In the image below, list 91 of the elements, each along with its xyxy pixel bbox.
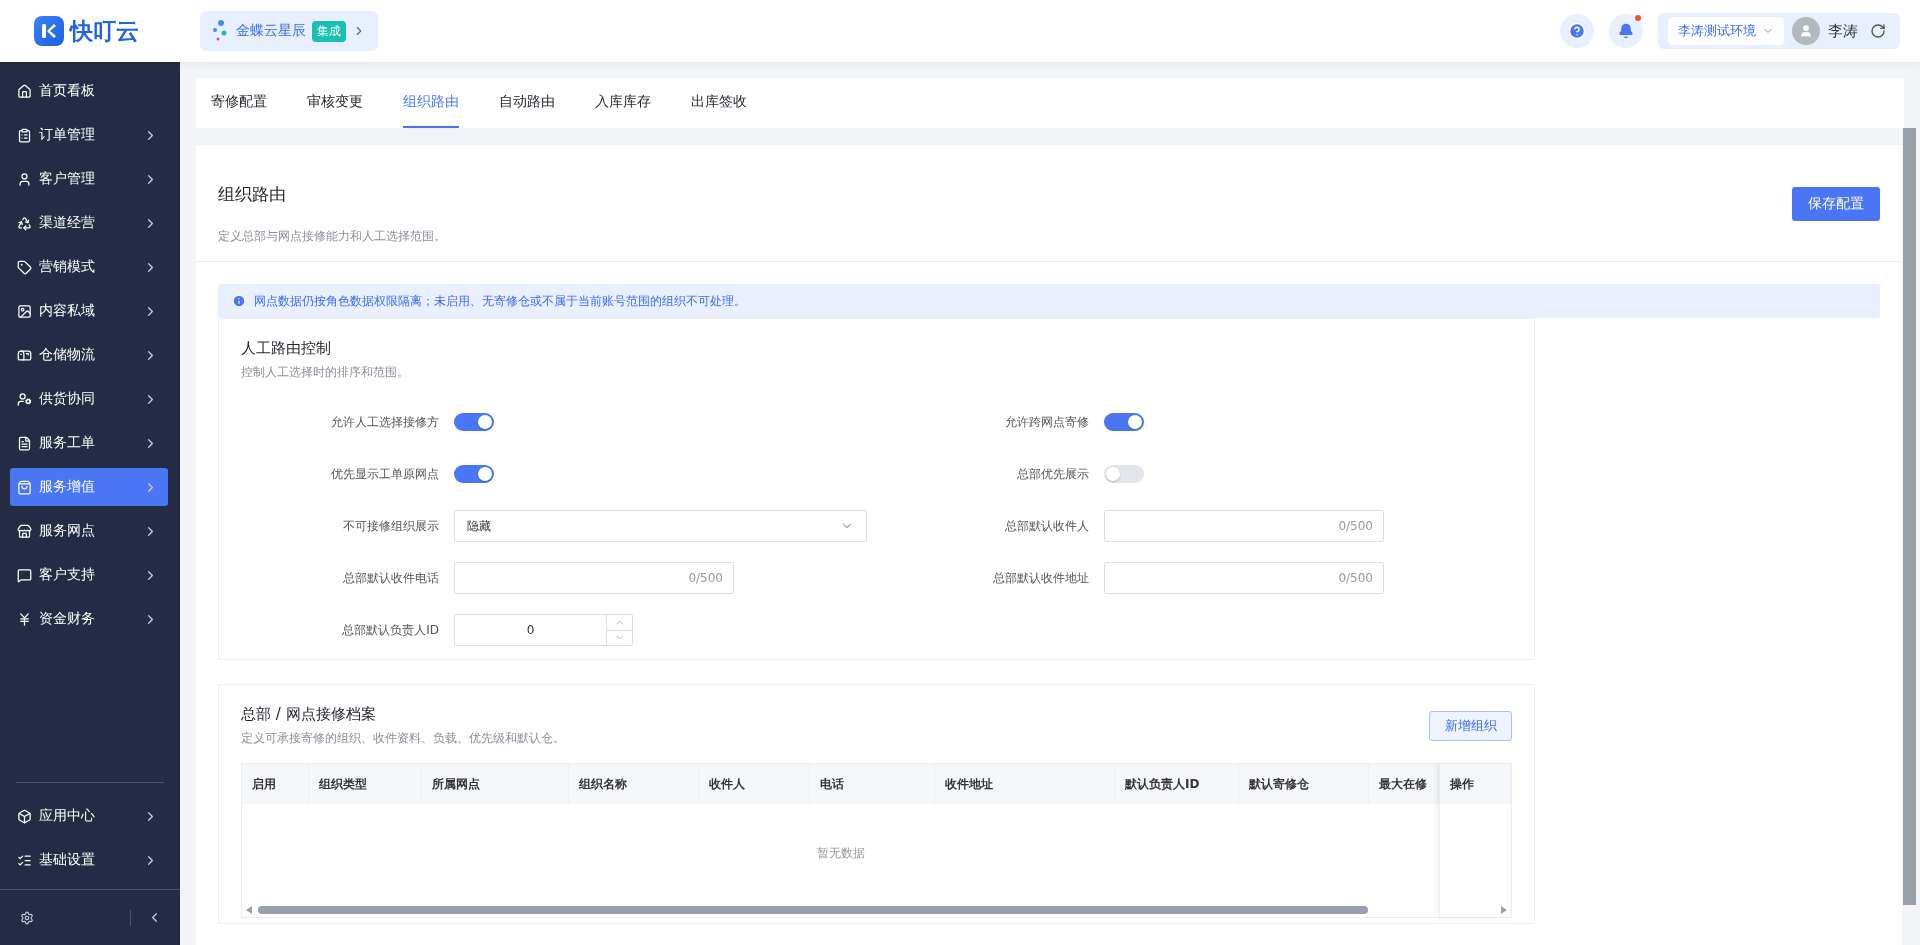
column-header: 组织类型 xyxy=(309,764,422,804)
scrollbar-thumb[interactable] xyxy=(258,906,1368,914)
sidebar-item[interactable]: 应用中心 xyxy=(10,797,168,835)
bell-icon xyxy=(1618,23,1634,39)
user-icon xyxy=(17,171,32,187)
sidebar-item[interactable]: 客户管理 xyxy=(10,160,168,198)
mailbox-icon xyxy=(17,347,32,363)
section-title: 人工路由控制 xyxy=(241,339,332,358)
refresh-icon[interactable] xyxy=(1870,23,1886,39)
field-label: 允许人工选择接修方 xyxy=(330,413,440,431)
home-icon xyxy=(17,83,32,99)
scrollbar-thumb[interactable] xyxy=(1903,128,1916,905)
column-header: 电话 xyxy=(810,764,935,804)
character-counter: 0/500 xyxy=(688,571,723,585)
field-label: 总部默认收件地址 xyxy=(992,569,1090,587)
sidebar-item[interactable]: 营销模式 xyxy=(10,248,168,286)
field-label: 总部默认收件人 xyxy=(1004,517,1090,535)
user-name: 李涛 xyxy=(1828,21,1858,41)
clipboard-icon xyxy=(17,127,32,143)
field-label: 总部默认收件电话 xyxy=(342,569,440,587)
sidebar-item[interactable]: 服务工单 xyxy=(10,424,168,462)
cube-icon xyxy=(17,808,32,824)
image-icon xyxy=(17,303,32,319)
toggle-switch[interactable] xyxy=(454,465,494,483)
toggle-switch[interactable] xyxy=(1104,465,1144,483)
help-icon xyxy=(1568,22,1586,40)
column-header: 组织名称 xyxy=(569,764,699,804)
field-label: 允许跨网点寄修 xyxy=(1004,413,1090,431)
tab[interactable]: 入库库存 xyxy=(595,78,651,128)
alert-text: 网点数据仍按角色数据权限隔离；未启用、无寄修仓或不属于当前账号范围的组织不可处理。 xyxy=(254,292,746,310)
column-header: 所属网点 xyxy=(422,764,569,804)
yen-icon xyxy=(17,611,32,627)
logo-text: 快叮云 xyxy=(70,16,139,46)
sidebar-item[interactable]: 基础设置 xyxy=(10,841,168,879)
sidebar-item[interactable]: 渠道经营 xyxy=(10,204,168,242)
recycle-icon xyxy=(17,215,32,231)
sidebar-item[interactable]: 订单管理 xyxy=(10,116,168,154)
character-counter: 0/500 xyxy=(1338,519,1373,533)
sidebar-item[interactable]: 首页看板 xyxy=(10,72,168,110)
column-header: 默认负责人ID xyxy=(1115,764,1239,804)
sidebar-item[interactable]: 内容私域 xyxy=(10,292,168,330)
column-header: 收件地址 xyxy=(935,764,1115,804)
tab[interactable]: 组织路由 xyxy=(403,78,459,128)
sidebar-item[interactable]: 客户支持 xyxy=(10,556,168,594)
select-field[interactable]: 隐藏 xyxy=(454,510,867,542)
page-title: 组织路由 xyxy=(218,183,287,206)
info-icon xyxy=(232,294,246,308)
sidebar-item[interactable]: 服务网点 xyxy=(10,512,168,550)
tab[interactable]: 寄修配置 xyxy=(211,78,267,128)
tenant-switcher[interactable]: 金蝶云星辰 集成 xyxy=(200,11,378,51)
toggle-switch[interactable] xyxy=(1104,413,1144,431)
add-button[interactable]: 新增组织 xyxy=(1429,711,1512,741)
environment-select[interactable]: 李涛测试环境 xyxy=(1668,17,1784,45)
section-title: 总部 / 网点接修档案 xyxy=(241,705,377,724)
list-icon xyxy=(17,852,32,868)
scroll-right-icon xyxy=(1501,906,1507,914)
message-icon xyxy=(17,567,32,583)
column-header: 收件人 xyxy=(699,764,810,804)
scroll-left-icon xyxy=(246,906,252,914)
field-label: 优先显示工单原网点 xyxy=(330,465,440,483)
help-button[interactable] xyxy=(1560,14,1594,48)
column-header: 启用 xyxy=(242,764,309,804)
store-icon xyxy=(17,523,32,539)
sidebar-item[interactable]: 服务增值 xyxy=(10,468,168,506)
empty-text: 暂无数据 xyxy=(816,845,865,862)
tab[interactable]: 自动路由 xyxy=(499,78,555,128)
document-icon xyxy=(17,435,32,451)
section-description: 定义可承接寄修的组织、收件资料、负载、优先级和默认仓。 xyxy=(241,730,566,747)
notification-button[interactable] xyxy=(1609,14,1643,48)
field-label: 总部默认负责人ID xyxy=(341,621,440,639)
integration-badge: 集成 xyxy=(312,20,346,42)
tag-icon xyxy=(17,259,32,275)
sidebar-item[interactable]: 供货协同 xyxy=(10,380,168,418)
character-counter: 0/500 xyxy=(1338,571,1373,585)
tab[interactable]: 审核变更 xyxy=(307,78,363,128)
column-header: 默认寄修仓 xyxy=(1239,764,1369,804)
field-label: 总部优先展示 xyxy=(1016,465,1090,483)
toggle-switch[interactable] xyxy=(454,413,494,431)
settings-icon[interactable] xyxy=(20,910,34,925)
user-gear-icon xyxy=(17,391,32,407)
sidebar-item[interactable]: 仓储物流 xyxy=(10,336,168,374)
sidebar-item[interactable]: 资金财务 xyxy=(10,600,168,638)
column-header: 操作 xyxy=(1440,764,1511,804)
page-description: 定义总部与网点接修能力和人工选择范围。 xyxy=(218,228,447,245)
save-button[interactable]: 保存配置 xyxy=(1792,187,1880,221)
shopping-bag-icon xyxy=(17,479,32,495)
logo-icon xyxy=(34,16,64,46)
section-description: 控制人工选择时的排序和范围。 xyxy=(241,364,410,381)
field-label: 不可接修组织展示 xyxy=(342,517,440,535)
column-header: 最大在修 xyxy=(1369,764,1439,804)
tab[interactable]: 出库签收 xyxy=(691,78,747,128)
